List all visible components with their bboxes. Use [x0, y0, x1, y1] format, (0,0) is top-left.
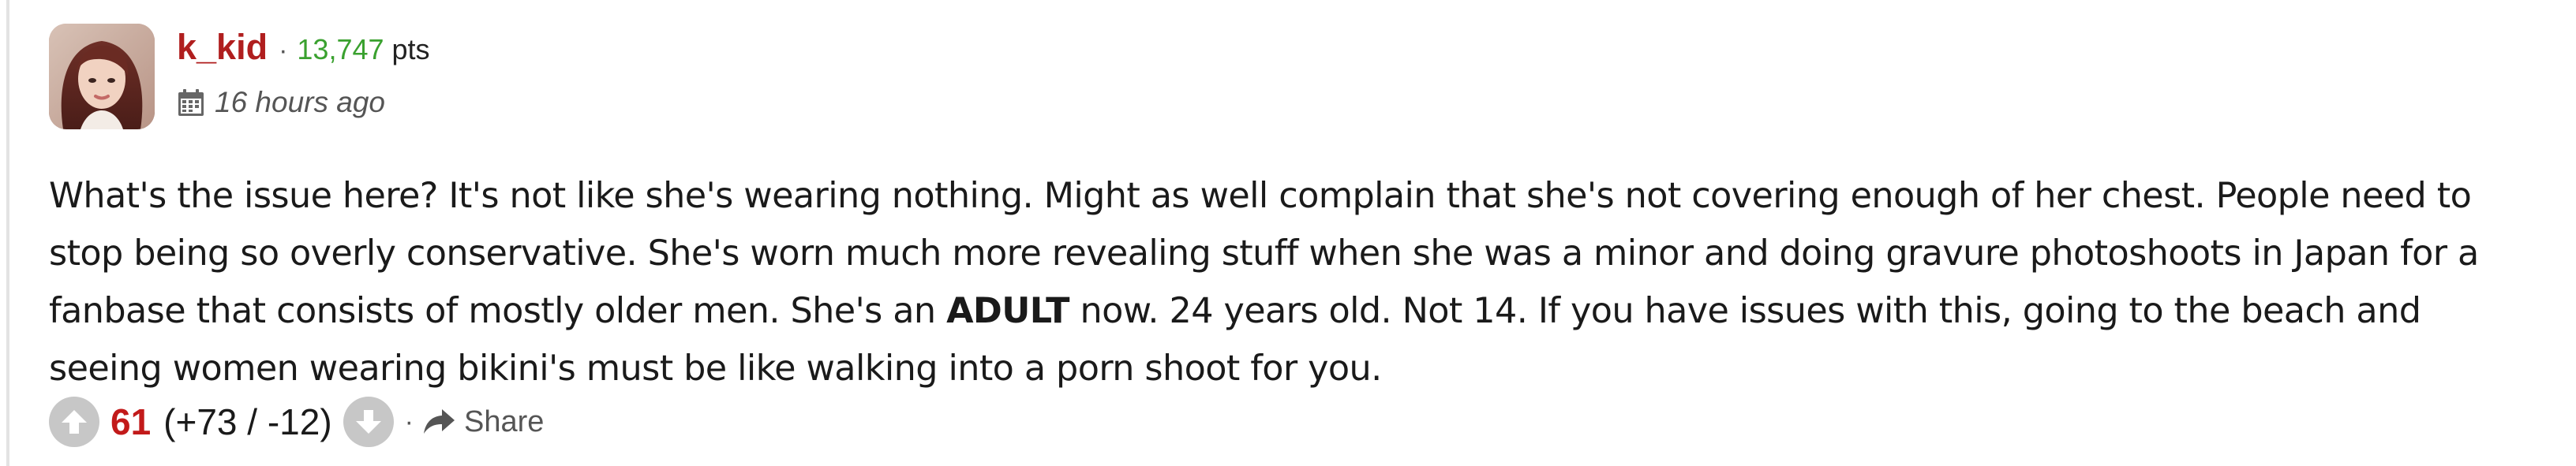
vote-score: 61 [110, 401, 152, 442]
calendar-icon [177, 88, 205, 117]
upvote-button[interactable] [49, 397, 99, 447]
arrow-up-icon [62, 410, 87, 434]
comment-actions: 61 (+73 / -12) · Share [49, 394, 544, 449]
share-arrow-icon [421, 406, 456, 438]
arrow-down-icon [355, 410, 381, 434]
comment-body-bold: ADULT [946, 291, 1069, 331]
separator-dot: · [404, 406, 414, 437]
author-line: k_kid · 13,747 pts [177, 27, 430, 77]
vote-breakdown: (+73 / -12) [163, 401, 332, 442]
comment: k_kid · 13,747 pts 16 hours ago What's t… [49, 24, 2543, 397]
share-label: Share [464, 404, 545, 438]
downvote-button[interactable] [343, 397, 394, 447]
separator-dot: · [279, 35, 288, 65]
points-label: pts [391, 33, 430, 65]
username-link[interactable]: k_kid [177, 27, 268, 68]
share-button[interactable]: Share [421, 405, 544, 439]
comment-body: What's the issue here? It's not like she… [49, 167, 2543, 397]
timestamp-line: 16 hours ago [177, 79, 430, 126]
avatar-image [49, 24, 155, 129]
thread-line [6, 0, 9, 466]
comment-header: k_kid · 13,747 pts 16 hours ago [49, 24, 2543, 134]
comment-meta: k_kid · 13,747 pts 16 hours ago [177, 24, 430, 126]
comment-timestamp[interactable]: 16 hours ago [215, 86, 385, 119]
avatar[interactable] [49, 24, 155, 129]
user-points: 13,747 [297, 33, 384, 65]
